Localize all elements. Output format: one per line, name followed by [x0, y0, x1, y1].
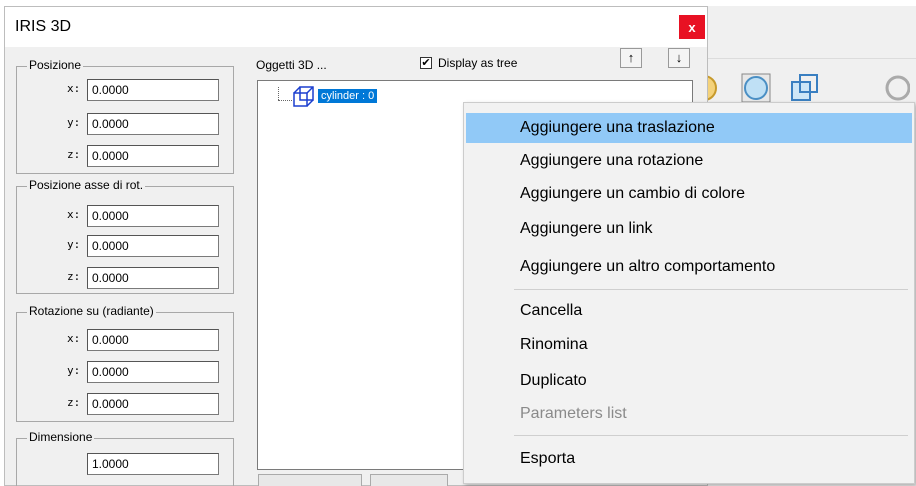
rotazione-z-input[interactable] — [87, 393, 219, 415]
rotazione-x-input[interactable] — [87, 329, 219, 351]
menu-separator — [514, 289, 908, 290]
menu-item-aggiungere-traslazione[interactable]: Aggiungere una traslazione — [466, 113, 912, 143]
axis-label: y: — [67, 238, 81, 251]
posizione-x-input[interactable] — [87, 79, 219, 101]
tree-item-cylinder[interactable]: cylinder : 0 — [318, 89, 378, 103]
bottom-button[interactable] — [258, 474, 362, 486]
dialog-titlebar: IRIS 3D x — [5, 7, 707, 47]
group-dimensione: Dimensione — [16, 430, 234, 486]
group-legend: Posizione — [27, 58, 84, 72]
asse-x-row: x: — [17, 205, 233, 229]
group-rotazione: Rotazione su (radiante) x: y: z: — [16, 304, 234, 422]
axis-label: z: — [67, 148, 81, 161]
axis-label: z: — [67, 270, 81, 283]
rotazione-y-row: y: — [17, 361, 233, 385]
axis-label: x: — [67, 208, 81, 221]
group-legend: Rotazione su (radiante) — [27, 304, 156, 318]
posizione-y-row: y: — [17, 113, 233, 137]
move-down-button[interactable]: ↓ — [668, 48, 690, 68]
context-menu: Aggiungere una traslazione Aggiungere un… — [463, 102, 915, 484]
menu-item-cancella[interactable]: Cancella — [466, 296, 912, 326]
axis-label: z: — [67, 396, 81, 409]
group-posizione-asse: Posizione asse di rot. x: y: z: — [16, 178, 234, 294]
checkbox-box[interactable]: ✔ — [420, 57, 432, 69]
asse-y-row: y: — [17, 235, 233, 259]
toolbar-circle-icon[interactable] — [740, 72, 772, 104]
rotazione-x-row: x: — [17, 329, 233, 353]
cube-icon — [293, 86, 314, 107]
menu-item-aggiungere-colore[interactable]: Aggiungere un cambio di colore — [466, 179, 912, 209]
posizione-z-row: z: — [17, 145, 233, 169]
rotazione-z-row: z: — [17, 393, 233, 417]
asse-y-input[interactable] — [87, 235, 219, 257]
toolbar-gear-icon[interactable] — [878, 72, 910, 104]
background-titlebar — [708, 6, 916, 59]
rotazione-y-input[interactable] — [87, 361, 219, 383]
display-as-tree-checkbox[interactable]: ✔ Display as tree — [420, 56, 517, 70]
tree-connector — [278, 87, 279, 100]
posizione-x-row: x: — [17, 79, 233, 103]
menu-item-aggiungere-link[interactable]: Aggiungere un link — [466, 214, 912, 244]
tree-connector — [278, 100, 292, 101]
posizione-y-input[interactable] — [87, 113, 219, 135]
asse-z-row: z: — [17, 267, 233, 291]
objects-label: Oggetti 3D ... — [256, 58, 327, 72]
dimensione-row — [17, 453, 233, 477]
group-legend: Dimensione — [27, 430, 95, 444]
move-up-button[interactable]: ↑ — [620, 48, 642, 68]
menu-item-esporta[interactable]: Esporta — [466, 444, 912, 474]
group-legend: Posizione asse di rot. — [27, 178, 146, 192]
axis-label: y: — [67, 116, 81, 129]
menu-item-aggiungere-comportamento[interactable]: Aggiungere un altro comportamento — [466, 252, 912, 282]
menu-item-aggiungere-rotazione[interactable]: Aggiungere una rotazione — [466, 146, 912, 176]
close-button[interactable]: x — [679, 15, 705, 39]
dimensione-input[interactable] — [87, 453, 219, 475]
menu-item-duplicato[interactable]: Duplicato — [466, 366, 912, 396]
asse-z-input[interactable] — [87, 267, 219, 289]
dialog-title: IRIS 3D — [15, 18, 72, 35]
asse-x-input[interactable] — [87, 205, 219, 227]
menu-item-parameters-list: Parameters list — [520, 405, 627, 422]
menu-item-rinomina[interactable]: Rinomina — [466, 330, 912, 360]
axis-label: y: — [67, 364, 81, 377]
bottom-button[interactable] — [370, 474, 448, 486]
display-as-tree-label: Display as tree — [438, 56, 518, 70]
posizione-z-input[interactable] — [87, 145, 219, 167]
toolbar-cube-icon[interactable] — [788, 72, 820, 104]
group-posizione: Posizione x: y: z: — [16, 58, 234, 174]
axis-label: x: — [67, 332, 81, 345]
axis-label: x: — [67, 82, 81, 95]
menu-separator — [514, 435, 908, 436]
